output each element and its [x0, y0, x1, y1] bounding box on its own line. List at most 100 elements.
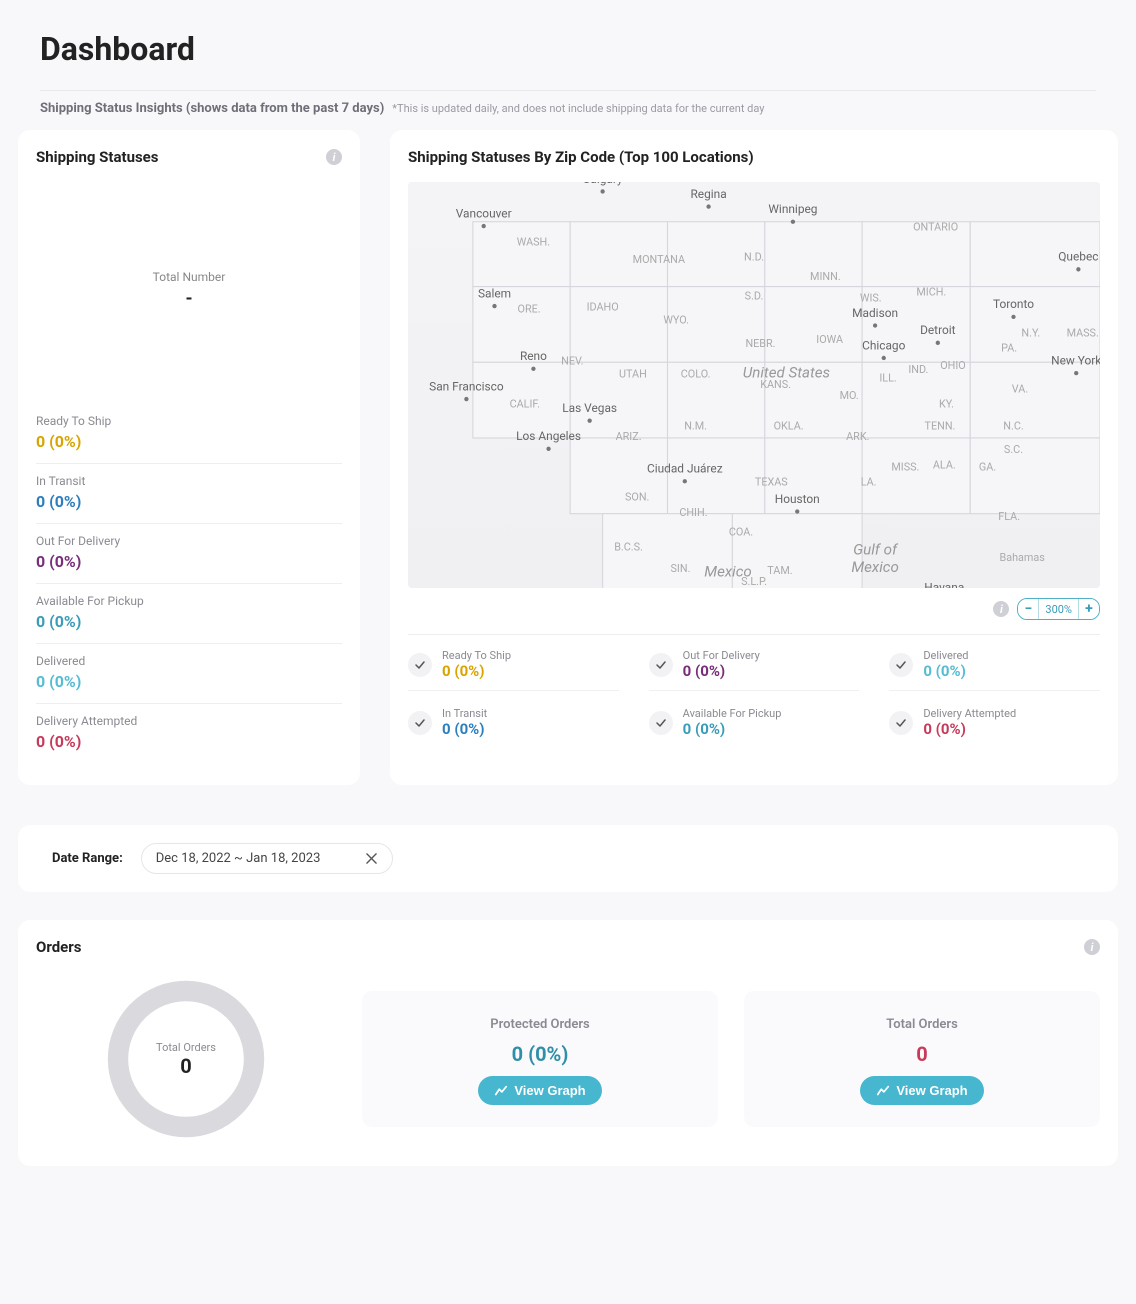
map-region-label: ONTARIO [913, 220, 958, 233]
legend-label: Out For Delivery [683, 649, 760, 662]
legend-toggle[interactable] [408, 711, 432, 735]
map-city-label: Reno [520, 349, 547, 363]
info-icon[interactable]: i [1084, 939, 1100, 955]
card-title: Shipping Statuses [36, 148, 158, 166]
status-item: Delivery Attempted0 (0%) [36, 704, 342, 763]
map-region-label: ARIZ. [616, 430, 642, 443]
button-label: View Graph [514, 1083, 585, 1098]
status-item-label: Out For Delivery [36, 534, 342, 548]
close-icon[interactable] [364, 852, 378, 866]
legend-toggle[interactable] [889, 711, 913, 735]
map-city-label: Winnipeg [768, 202, 817, 216]
status-item-label: Ready To Ship [36, 414, 342, 428]
map-region-label: S.D. [745, 290, 764, 303]
legend-label: Ready To Ship [442, 649, 511, 662]
map-city-label: Houston [775, 492, 820, 506]
map-container[interactable]: United StatesMexicoGulf ofMexicoCubaBaha… [408, 182, 1100, 588]
map-svg: United StatesMexicoGulf ofMexicoCubaBaha… [408, 182, 1100, 588]
map-city-dot [587, 419, 591, 423]
chart-icon [494, 1084, 508, 1098]
map-city-label: Havana [924, 581, 964, 588]
stat-label: Total Orders [886, 1017, 958, 1032]
map-region-label: MINN. [810, 270, 841, 283]
legend-value: 0 (0%) [923, 662, 968, 680]
map-city-label: Vancouver [456, 206, 512, 220]
map-region-label: PA. [1001, 341, 1017, 354]
legend-label: Delivery Attempted [923, 707, 1016, 720]
info-icon[interactable]: i [326, 149, 342, 165]
zoom-in-button[interactable]: + [1079, 599, 1099, 619]
status-item-label: Available For Pickup [36, 594, 342, 608]
map-city-label: Regina [690, 187, 726, 201]
date-range-picker[interactable]: Dec 18, 2022 ~ Jan 18, 2023 [141, 843, 394, 874]
legend-value: 0 (0%) [683, 720, 782, 738]
map-region-label: CALIF. [510, 398, 540, 411]
divider [40, 90, 1096, 91]
map-region-label: MISS. [891, 460, 919, 473]
check-icon [414, 717, 426, 729]
legend-toggle[interactable] [889, 653, 913, 677]
protected-orders-tile: Protected Orders 0 (0%) View Graph [362, 991, 718, 1127]
check-icon [895, 717, 907, 729]
button-label: View Graph [896, 1083, 967, 1098]
map-city-label: Madison [852, 306, 898, 320]
map-city-dot [1011, 315, 1015, 319]
legend-toggle[interactable] [649, 711, 673, 735]
map-city-dot [531, 367, 535, 371]
map-region-label: MICH. [916, 285, 946, 298]
legend-label: In Transit [442, 707, 487, 720]
check-icon [655, 717, 667, 729]
donut-label: Total Number [153, 270, 226, 284]
card-title: Orders [36, 938, 81, 956]
map-region-label: IDAHO [587, 300, 619, 313]
legend-toggle[interactable] [649, 653, 673, 677]
map-city-label: Detroit [920, 323, 956, 337]
view-graph-button[interactable]: View Graph [478, 1076, 601, 1105]
status-item: Delivered0 (0%) [36, 644, 342, 704]
map-region-label: VA. [1012, 383, 1028, 396]
legend-toggle[interactable] [408, 653, 432, 677]
total-orders-tile: Total Orders 0 View Graph [744, 991, 1100, 1127]
legend-item: In Transit0 (0%) [408, 701, 619, 748]
check-icon [895, 659, 907, 671]
map-region-label: OHIO [940, 359, 966, 372]
orders-card: Orders i Total Orders 0 Protected Orders… [18, 920, 1118, 1166]
orders-ring-chart: Total Orders 0 [101, 974, 271, 1144]
map-region-label: Gulf of [853, 541, 899, 559]
divider [408, 634, 1100, 635]
map-region-label: MASS. [1067, 326, 1099, 339]
status-item-label: Delivered [36, 654, 342, 668]
map-city-dot [1076, 267, 1080, 271]
zoom-out-button[interactable]: − [1018, 599, 1038, 619]
check-icon [414, 659, 426, 671]
map-region-label: TENN. [925, 419, 956, 432]
date-range-bar: Date Range: Dec 18, 2022 ~ Jan 18, 2023 [18, 825, 1118, 892]
card-title: Shipping Statuses By Zip Code (Top 100 L… [408, 148, 754, 166]
map-city-label: San Francisco [429, 379, 504, 393]
map-city-label: Ciudad Juárez [647, 462, 723, 476]
map-region-label: ORE. [518, 303, 541, 316]
map-city-label: Calgary [583, 182, 623, 186]
status-item-value: 0 (0%) [36, 432, 342, 451]
view-graph-button[interactable]: View Graph [860, 1076, 983, 1105]
status-item-value: 0 (0%) [36, 732, 342, 751]
map-city-dot [873, 323, 877, 327]
map-city-dot [882, 356, 886, 360]
legend-label: Delivered [923, 649, 968, 662]
map-region-label: LA. [861, 476, 877, 489]
map-city-dot [482, 224, 486, 228]
info-icon[interactable]: i [993, 601, 1009, 617]
map-region-label: UTAH [619, 367, 647, 380]
stat-value: 0 (0%) [512, 1042, 569, 1066]
status-item-value: 0 (0%) [36, 612, 342, 631]
map-region-label: COLO. [681, 367, 711, 380]
zoom-value: 300% [1038, 599, 1079, 619]
map-region-label: SON. [625, 491, 649, 504]
map-region-label: S.C. [1004, 443, 1023, 456]
map-region-label: N.C. [1003, 419, 1023, 432]
legend-item: Ready To Ship0 (0%) [408, 643, 619, 691]
map-region-label: KANS. [760, 378, 791, 391]
status-item-value: 0 (0%) [36, 552, 342, 571]
map-city-label: Las Vegas [562, 401, 617, 415]
map-region-label: TEXAS [755, 476, 788, 489]
